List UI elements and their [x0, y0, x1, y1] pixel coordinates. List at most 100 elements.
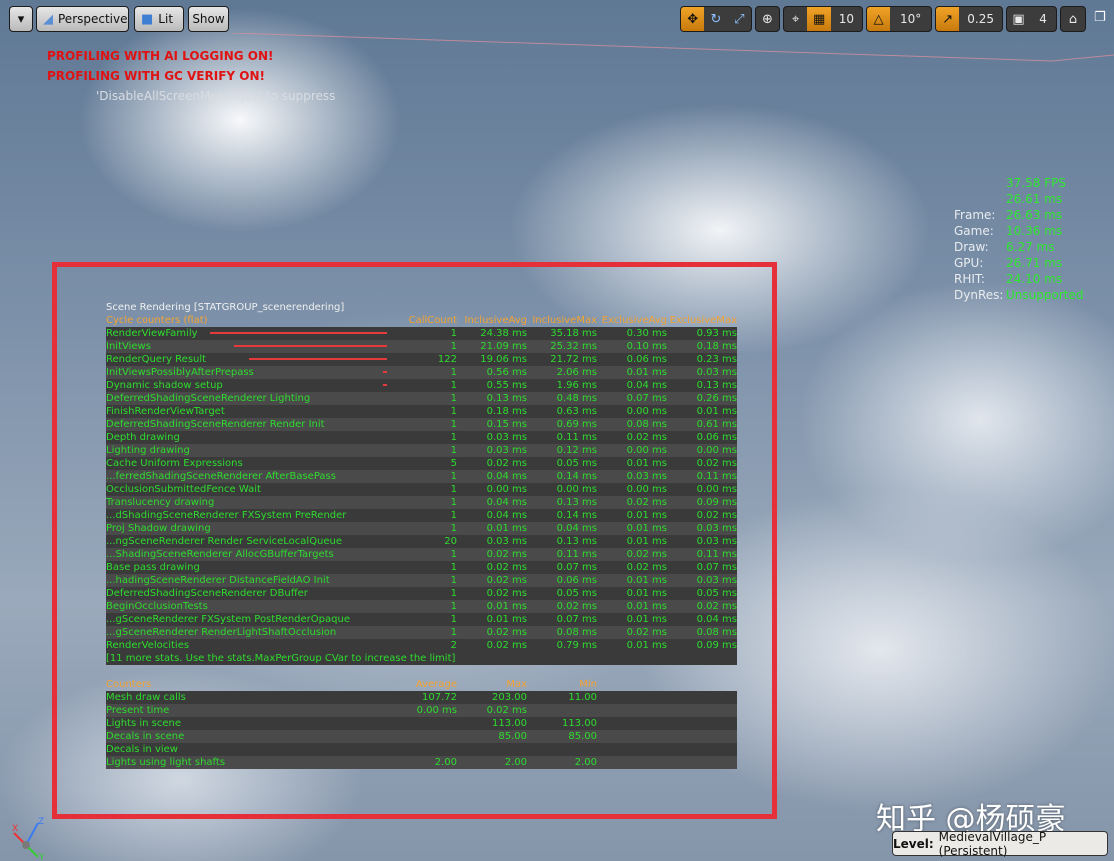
stat-inclusive-max: 25.32 ms [550, 341, 597, 352]
stat-exclusive-max: 0.26 ms [696, 393, 737, 404]
col-max: Max [506, 679, 527, 690]
stat-inclusive-max: 35.18 ms [550, 328, 597, 339]
stat-time-bar [234, 345, 387, 347]
show-button[interactable]: Show [188, 6, 229, 32]
move-arrows-icon: ✥ [687, 11, 699, 27]
stat-callcount: 1 [450, 367, 457, 378]
stat-name: DeferredShadingSceneRenderer DBuffer [106, 588, 308, 599]
stat-inclusive-max: 0.08 ms [556, 627, 597, 638]
grid-snap-value[interactable]: 10 [831, 7, 862, 31]
rotation-snap-toggle[interactable]: △ [867, 7, 891, 31]
camera-speed-button[interactable]: ▣ 4 [1006, 6, 1057, 32]
perf-stat-label: Game: [954, 224, 994, 238]
perf-stat-label: Draw: [954, 240, 989, 254]
rotation-snap-value[interactable]: 10° [890, 7, 931, 31]
axis-y-label: Y [38, 853, 45, 860]
stat-callcount: 1 [450, 380, 457, 391]
stat-callcount: 1 [450, 614, 457, 625]
stat-name: RenderQuery Result [106, 354, 207, 365]
col-inclusive-avg: InclusiveAvg [464, 315, 527, 326]
maximize-viewport-button[interactable]: ⌂ [1060, 6, 1086, 32]
coordinate-space-button[interactable]: ⊕ [755, 6, 780, 32]
scale-snap-toggle[interactable]: ↗ [936, 7, 960, 31]
translate-mode-button[interactable]: ✥ [681, 7, 705, 31]
stat-exclusive-max: 0.11 ms [696, 549, 737, 560]
perf-stat-value: 24.10 ms [1006, 272, 1063, 286]
viewport-toolbar: ▾ ◢ Perspective ■ Lit Show ✥ ↻ ⤢ ⊕ ⌖ ▦ 1… [0, 6, 1114, 34]
stat-callcount: 1 [450, 588, 457, 599]
stat-row: ...gSceneRenderer FXSystem PostRenderOpa… [106, 613, 737, 626]
stat-row: RenderVelocities 2 0.02 ms 0.79 ms 0.01 ms 0.… [106, 639, 737, 652]
stat-name: ...ferredShadingSceneRenderer AfterBaseP… [106, 471, 336, 482]
perspective-label: Perspective [58, 12, 128, 26]
stat-callcount: 1 [450, 341, 457, 352]
axis-x-label: X [12, 824, 18, 834]
scale-snap-value[interactable]: 0.25 [959, 7, 1002, 31]
rotate-mode-button[interactable]: ↻ [704, 7, 727, 31]
viewport-options-button[interactable]: ▾ [9, 6, 33, 32]
stat-exclusive-avg: 0.08 ms [626, 419, 667, 430]
stat-inclusive-max: 0.13 ms [556, 497, 597, 508]
counter-row: Decals in scene 85.00 85.00 [106, 730, 737, 743]
stat-exclusive-max: 0.03 ms [696, 575, 737, 586]
stat-callcount: 1 [450, 484, 457, 495]
stat-callcount: 1 [450, 601, 457, 612]
grid-icon: ▦ [812, 11, 826, 27]
stat-name: Translucency drawing [106, 497, 215, 508]
surface-snap-button[interactable]: ⌖ [784, 7, 807, 31]
stat-inclusive-avg: 0.01 ms [486, 601, 527, 612]
stat-row: Proj Shadow drawing 1 0.01 ms 0.04 ms 0.01 m… [106, 522, 737, 535]
lit-button[interactable]: ■ Lit [134, 6, 184, 32]
stat-inclusive-avg: 0.03 ms [486, 432, 527, 443]
stat-callcount: 1 [450, 627, 457, 638]
stat-row: Translucency drawing 1 0.04 ms 0.13 ms 0.02 … [106, 496, 737, 509]
stat-callcount: 1 [450, 393, 457, 404]
col-inclusive-max: InclusiveMax [532, 315, 597, 326]
stat-exclusive-avg: 0.02 ms [626, 497, 667, 508]
stat-exclusive-avg: 0.30 ms [626, 328, 667, 339]
stat-name: InitViewsPossiblyAfterPrepass [106, 367, 254, 378]
stat-time-bar [383, 371, 387, 373]
counter-min: 2.00 [574, 757, 597, 768]
col-average: Average [415, 679, 457, 690]
globe-icon: ⊕ [762, 11, 773, 27]
stat-inclusive-max: 0.12 ms [556, 445, 597, 456]
stat-exclusive-avg: 0.01 ms [626, 640, 667, 651]
restore-icon: ❐ [1094, 10, 1106, 25]
stat-row: OcclusionSubmittedFence Wait 1 0.00 ms 0.00… [106, 483, 737, 496]
grid-snap-toggle[interactable]: ▦ [807, 7, 831, 31]
stat-callcount: 1 [450, 445, 457, 456]
perf-stat-row: Frame: 26.63 ms [954, 207, 1083, 223]
stat-inclusive-avg: 0.04 ms [486, 510, 527, 521]
stat-name: ...gSceneRenderer FXSystem PostRenderOpa… [106, 614, 350, 625]
stat-inclusive-max: 0.13 ms [556, 536, 597, 547]
stat-row: RenderQuery Result 122 19.06 ms 21.72 ms 0.0… [106, 353, 737, 366]
ai-logging-warning: PROFILING WITH AI LOGGING ON! [47, 49, 274, 63]
scale-mode-button[interactable]: ⤢ [728, 7, 751, 31]
stat-inclusive-avg: 0.02 ms [486, 458, 527, 469]
stat-name: Dynamic shadow setup [106, 380, 223, 391]
stat-callcount: 1 [450, 575, 457, 586]
perf-stat-value: 6.27 ms [1006, 240, 1055, 254]
perspective-button[interactable]: ◢ Perspective [36, 6, 129, 32]
counter-max: 0.02 ms [486, 705, 527, 716]
stat-name: ...ngSceneRenderer Render ServiceLocalQu… [106, 536, 343, 547]
restore-window-button[interactable]: ❐ [1094, 10, 1108, 26]
stat-exclusive-max: 0.11 ms [696, 471, 737, 482]
col-callcount: CallCount [408, 315, 457, 326]
stat-exclusive-avg: 0.00 ms [626, 406, 667, 417]
stat-row: Cache Uniform Expressions 5 0.02 ms 0.05 ms… [106, 457, 737, 470]
transform-mode-group: ✥ ↻ ⤢ [680, 6, 752, 32]
level-name: MedievalVillage_P (Persistent) [938, 829, 1047, 858]
stat-inclusive-max: 0.07 ms [556, 614, 597, 625]
fps-stats: 37.58 FPS 26.61 ms Frame: 26.63 ms Game: 10… [954, 175, 1083, 303]
stat-name: OcclusionSubmittedFence Wait [106, 484, 261, 495]
lit-cube-icon: ■ [141, 11, 154, 27]
lit-label: Lit [158, 12, 174, 26]
counter-min: 85.00 [568, 731, 597, 742]
stat-exclusive-max: 0.93 ms [696, 328, 737, 339]
scale-icon: ⤢ [734, 11, 745, 27]
stat-inclusive-avg: 0.02 ms [486, 562, 527, 573]
stat-exclusive-max: 0.02 ms [696, 458, 737, 469]
stat-exclusive-max: 0.61 ms [696, 419, 737, 430]
